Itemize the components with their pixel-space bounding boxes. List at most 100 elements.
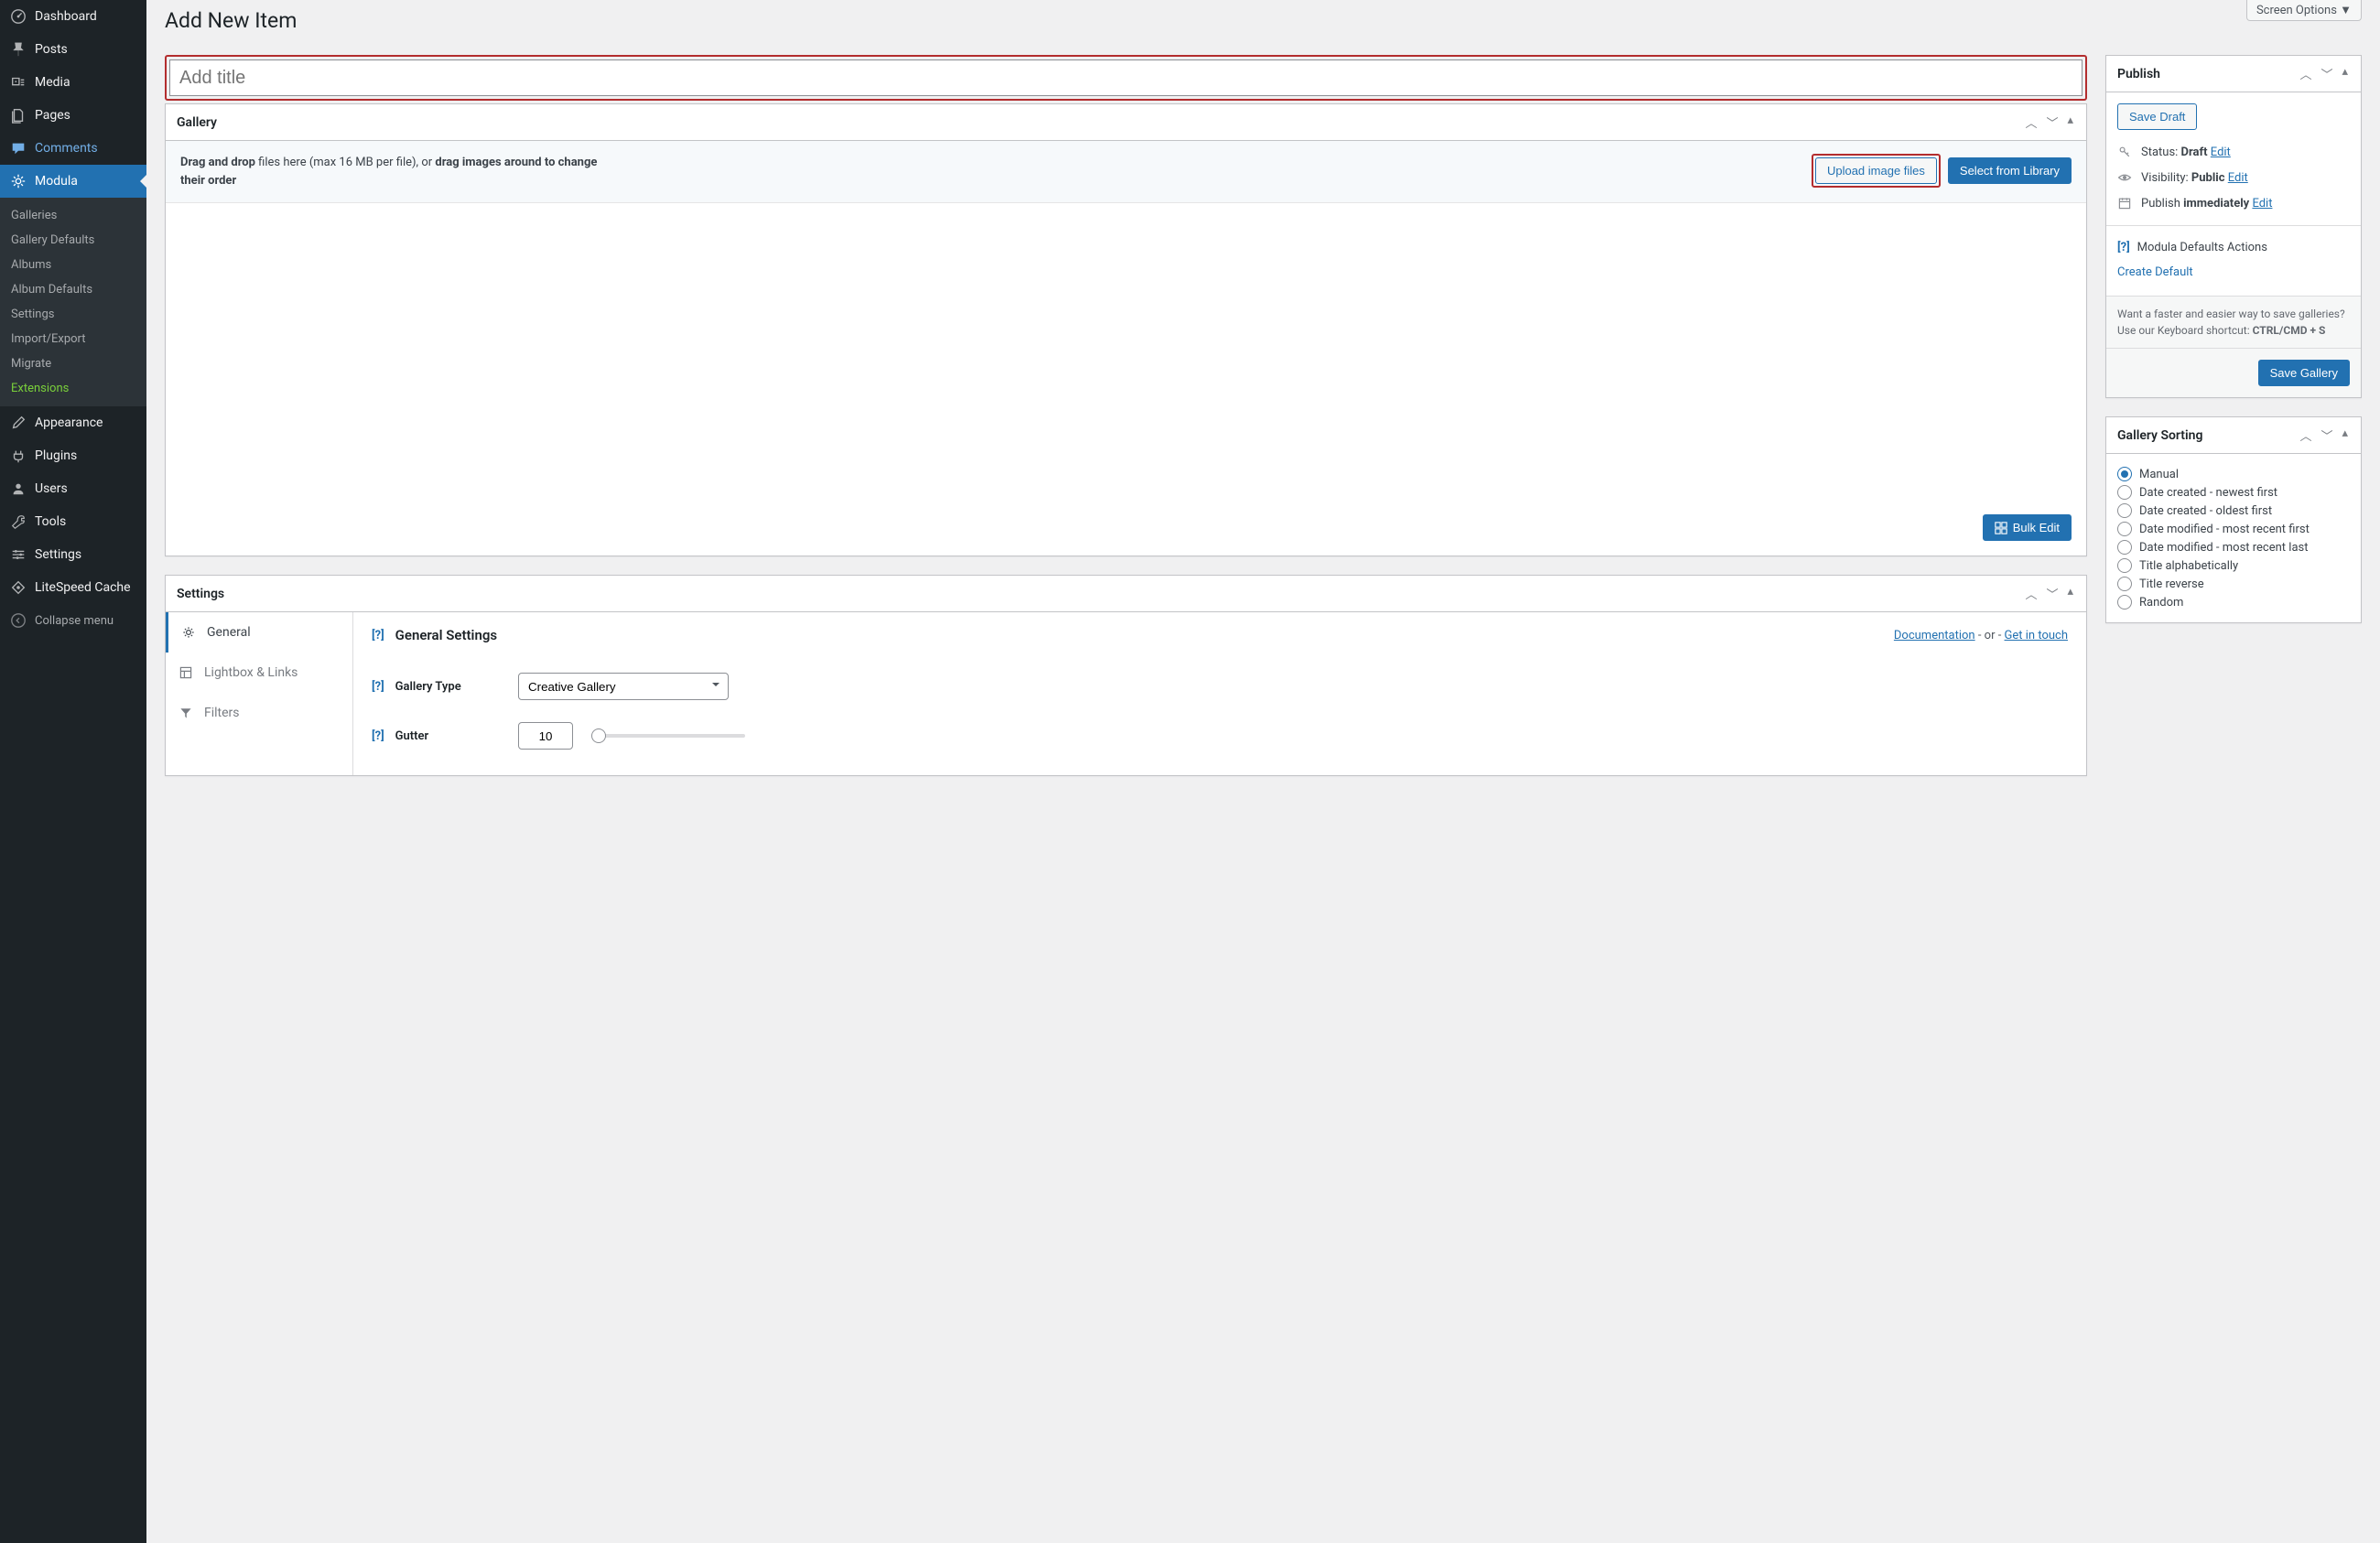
chevron-up-icon[interactable]: ︿ (2023, 112, 2039, 133)
sort-radio[interactable] (2117, 485, 2132, 500)
menu-posts[interactable]: Posts (0, 33, 146, 66)
sort-radio[interactable] (2117, 577, 2132, 591)
gutter-slider[interactable] (599, 734, 745, 738)
sort-option-title-za[interactable]: Title reverse (2117, 575, 2350, 593)
page-title: Add New Item (165, 0, 2362, 37)
caret-up-icon[interactable]: ▴ (2065, 583, 2075, 604)
menu-label: Media (35, 75, 70, 90)
menu-settings[interactable]: Settings (0, 538, 146, 571)
schedule-row: Publish immediately Edit (2117, 190, 2350, 216)
menu-label: Plugins (35, 448, 77, 463)
select-library-button[interactable]: Select from Library (1948, 157, 2072, 184)
help-icon[interactable]: [?] (2117, 241, 2130, 254)
help-icon[interactable]: [?] (372, 629, 384, 642)
user-icon (9, 480, 27, 498)
submenu-albums[interactable]: Albums (0, 253, 146, 277)
menu-label: Modula (35, 174, 78, 189)
gallery-dropzone[interactable]: Drag and drop files here (max 16 MB per … (166, 141, 2086, 203)
slider-thumb[interactable] (591, 728, 606, 743)
sort-option-mod-first[interactable]: Date modified - most recent first (2117, 520, 2350, 538)
sort-radio[interactable] (2117, 503, 2132, 518)
submenu-migrate[interactable]: Migrate (0, 351, 146, 376)
sort-option-random[interactable]: Random (2117, 593, 2350, 611)
gutter-input[interactable] (518, 722, 573, 750)
collapse-menu[interactable]: Collapse menu (0, 604, 146, 637)
create-default-link[interactable]: Create Default (2117, 260, 2193, 285)
caret-up-icon[interactable]: ▴ (2340, 425, 2350, 446)
menu-label: Pages (35, 108, 70, 123)
chevron-up-icon[interactable]: ︿ (2298, 425, 2313, 446)
sort-radio[interactable] (2117, 540, 2132, 555)
chevron-down-icon[interactable]: ﹀ (2319, 63, 2334, 84)
media-icon (9, 73, 27, 92)
chevron-down-icon[interactable]: ﹀ (2044, 583, 2060, 604)
sort-label: Manual (2139, 468, 2179, 481)
tab-lightbox[interactable]: Lightbox & Links (166, 653, 352, 693)
menu-users[interactable]: Users (0, 472, 146, 505)
sort-label: Title reverse (2139, 577, 2204, 591)
menu-litespeed[interactable]: LiteSpeed Cache (0, 571, 146, 604)
documentation-link[interactable]: Documentation (1894, 629, 1975, 642)
sort-label: Title alphabetically (2139, 559, 2238, 573)
sort-radio[interactable] (2117, 595, 2132, 610)
filter-icon (178, 706, 195, 720)
gear-icon (181, 625, 198, 640)
menu-appearance[interactable]: Appearance (0, 406, 146, 439)
pin-icon (9, 40, 27, 59)
menu-tools[interactable]: Tools (0, 505, 146, 538)
sort-option-date-new[interactable]: Date created - newest first (2117, 483, 2350, 502)
sort-option-mod-last[interactable]: Date modified - most recent last (2117, 538, 2350, 556)
gallery-type-select[interactable]: Creative Gallery (518, 673, 729, 700)
save-gallery-button[interactable]: Save Gallery (2258, 360, 2350, 386)
menu-comments[interactable]: Comments (0, 132, 146, 165)
gear-icon (9, 172, 27, 190)
publish-header: Publish ︿ ﹀ ▴ (2106, 56, 2361, 92)
gallery-title: Gallery (177, 115, 217, 130)
chevron-down-icon[interactable]: ﹀ (2044, 112, 2060, 133)
tab-general[interactable]: General (166, 612, 352, 653)
help-icon[interactable]: [?] (372, 729, 384, 743)
upload-image-button[interactable]: Upload image files (1815, 157, 1937, 184)
chevron-up-icon[interactable]: ︿ (2023, 583, 2039, 604)
submenu-extensions[interactable]: Extensions (0, 376, 146, 401)
help-icon[interactable]: [?] (372, 680, 384, 694)
sort-option-date-old[interactable]: Date created - oldest first (2117, 502, 2350, 520)
chevron-down-icon[interactable]: ﹀ (2319, 425, 2334, 446)
sorting-postbox: Gallery Sorting ︿ ﹀ ▴ Manual Date create… (2105, 416, 2362, 623)
sort-label: Random (2139, 596, 2183, 610)
menu-modula[interactable]: Modula (0, 165, 146, 198)
submenu-settings[interactable]: Settings (0, 302, 146, 327)
edit-schedule-link[interactable]: Edit (2252, 197, 2272, 210)
chevron-up-icon[interactable]: ︿ (2298, 63, 2313, 84)
title-input[interactable] (169, 59, 2082, 96)
upload-highlight: Upload image files (1812, 154, 1941, 188)
caret-up-icon[interactable]: ▴ (2340, 63, 2350, 84)
save-draft-button[interactable]: Save Draft (2117, 103, 2197, 130)
submenu-import-export[interactable]: Import/Export (0, 327, 146, 351)
shortcut-tip: Want a faster and easier way to save gal… (2106, 296, 2361, 348)
sort-option-manual[interactable]: Manual (2117, 465, 2350, 483)
sort-option-title-az[interactable]: Title alphabetically (2117, 556, 2350, 575)
sort-radio[interactable] (2117, 467, 2132, 481)
edit-visibility-link[interactable]: Edit (2228, 171, 2248, 185)
submenu-galleries[interactable]: Galleries (0, 203, 146, 228)
tab-filters[interactable]: Filters (166, 693, 352, 733)
caret-up-icon[interactable]: ▴ (2065, 112, 2075, 133)
get-in-touch-link[interactable]: Get in touch (2005, 629, 2068, 642)
screen-options-toggle[interactable]: Screen Options ▼ (2246, 0, 2362, 21)
main-content: Screen Options ▼ Add New Item Gallery ︿ … (146, 0, 2380, 1543)
settings-panel: [?] General Settings Documentation - or … (353, 612, 2086, 775)
publish-title: Publish (2117, 67, 2160, 81)
menu-media[interactable]: Media (0, 66, 146, 99)
submenu-gallery-defaults[interactable]: Gallery Defaults (0, 228, 146, 253)
menu-dashboard[interactable]: Dashboard (0, 0, 146, 33)
sort-radio[interactable] (2117, 558, 2132, 573)
menu-pages[interactable]: Pages (0, 99, 146, 132)
comment-icon (9, 139, 27, 157)
title-highlight (165, 55, 2087, 101)
sort-radio[interactable] (2117, 522, 2132, 536)
submenu-album-defaults[interactable]: Album Defaults (0, 277, 146, 302)
bulk-edit-button[interactable]: Bulk Edit (1983, 514, 2072, 541)
edit-status-link[interactable]: Edit (2211, 146, 2231, 159)
menu-plugins[interactable]: Plugins (0, 439, 146, 472)
